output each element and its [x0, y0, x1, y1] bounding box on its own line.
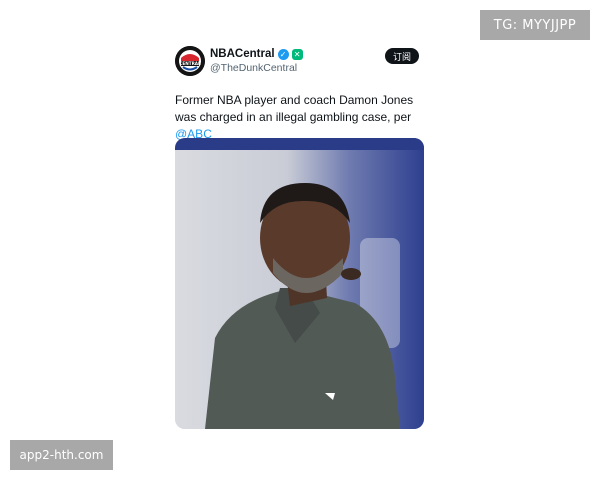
green-x-badge-icon: ✕ — [291, 48, 303, 60]
author-name-row: NBACentral ✓ ✕ — [210, 48, 303, 60]
svg-text:CENTRAL: CENTRAL — [179, 61, 201, 66]
watermark-top-right: TG: MYYJJPP — [480, 10, 590, 40]
tweet-image[interactable] — [175, 138, 424, 429]
post-header: CENTRAL NBACentral ✓ ✕ @TheDunkCentral 订… — [175, 46, 425, 78]
nbacentral-logo-icon[interactable]: CENTRAL — [175, 46, 205, 76]
tweet-body: Former NBA player and coach Damon Jones … — [175, 93, 414, 124]
tweet-text: Former NBA player and coach Damon Jones … — [175, 92, 435, 143]
photo-of-man-in-grey-polo — [175, 138, 424, 429]
watermark-bottom-left: app2-hth.com — [10, 440, 113, 470]
author-handle[interactable]: @TheDunkCentral — [210, 62, 297, 74]
author-display-name[interactable]: NBACentral — [210, 48, 275, 60]
subscribe-button[interactable]: 订阅 — [385, 48, 419, 64]
verified-check-icon: ✓ — [277, 48, 289, 60]
